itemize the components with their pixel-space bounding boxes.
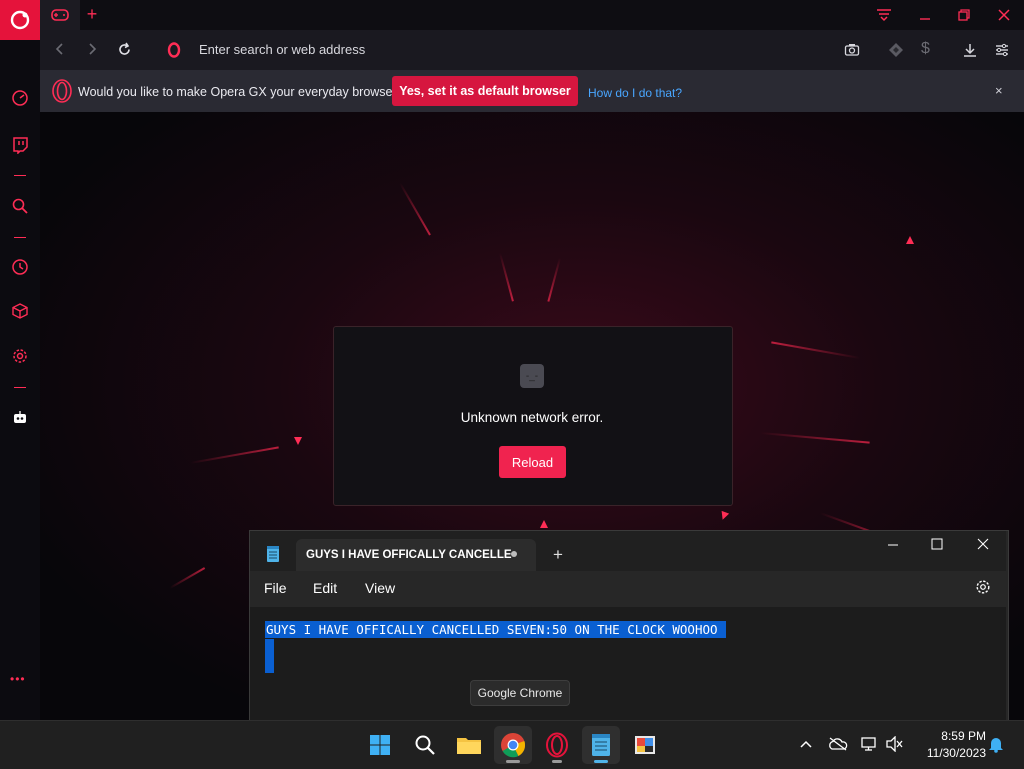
menu-file[interactable]: File (264, 580, 287, 596)
opera-gx-icon (546, 732, 568, 758)
menu-edit[interactable]: Edit (313, 580, 337, 596)
unsaved-dot-icon[interactable] (511, 551, 517, 557)
taskbar-search-button[interactable] (406, 726, 444, 764)
set-default-browser-button[interactable]: Yes, set it as default browser (392, 76, 578, 106)
how-do-i-do-that-link[interactable]: How do I do that? (588, 86, 682, 100)
new-tab-button[interactable]: + (82, 4, 102, 24)
volume-muted-icon[interactable] (885, 734, 905, 754)
sad-page-icon: -_- (520, 364, 544, 388)
vpn-icon[interactable] (888, 42, 904, 63)
clock-date[interactable]: 11/30/2023 (906, 746, 986, 760)
close-window-button[interactable] (993, 6, 1015, 24)
opera-search-icon (166, 42, 182, 63)
wallet-dollar-icon[interactable]: $ (921, 40, 930, 58)
download-icon[interactable] (962, 42, 978, 63)
address-input[interactable]: Enter search or web address (199, 42, 365, 57)
show-hidden-icons-chevron-up-icon[interactable] (796, 734, 816, 754)
opera-gx-taskbar-button[interactable] (538, 726, 576, 764)
clock-time[interactable]: 8:59 PM (926, 729, 986, 743)
opera-gx-menu-button[interactable] (0, 0, 40, 40)
paint-icon (635, 736, 655, 754)
error-message: Unknown network error. (460, 410, 604, 425)
notepad-taskbar-button[interactable] (582, 726, 620, 764)
gx-control-icon[interactable] (10, 88, 30, 108)
reload-button[interactable]: Reload (499, 446, 566, 478)
snapshot-camera-icon[interactable] (844, 42, 860, 63)
infobar-close-button[interactable]: × (995, 83, 1003, 98)
search-icon[interactable] (10, 196, 30, 216)
gx-corner-bot-icon[interactable] (10, 408, 30, 428)
address-bar-area (40, 30, 1024, 70)
chrome-icon (501, 733, 526, 758)
chrome-running-indicator (506, 760, 520, 763)
tab-gx-corner[interactable] (40, 0, 80, 30)
notepad-icon (592, 734, 610, 756)
easy-setup-menu-icon[interactable] (994, 42, 1010, 63)
notepad-app-icon (266, 546, 280, 568)
start-button[interactable] (361, 726, 399, 764)
network-icon[interactable] (860, 734, 880, 754)
notifications-bell-icon[interactable] (986, 734, 1006, 754)
forward-icon[interactable] (85, 42, 99, 61)
opera-gx-logo-icon (10, 10, 30, 30)
windows-logo-icon (370, 735, 390, 755)
sidebar-divider (14, 175, 26, 176)
settings-gear-icon[interactable] (10, 346, 30, 366)
folder-icon (457, 738, 481, 754)
sidebar-divider (14, 237, 26, 238)
reload-icon[interactable] (117, 42, 132, 62)
selection-empty-line (265, 639, 274, 673)
notepad-selected-text[interactable]: GUYS I HAVE OFFICALLY CANCELLED SEVEN:50… (265, 621, 726, 638)
search-icon (415, 735, 435, 755)
notepad-minimize-button[interactable] (886, 538, 900, 557)
menu-view[interactable]: View (365, 580, 395, 596)
opera-logo-icon (49, 78, 75, 109)
file-explorer-button[interactable] (450, 726, 488, 764)
infobar-message: Would you like to make Opera GX your eve… (78, 85, 404, 99)
twitch-icon[interactable] (10, 135, 30, 155)
notepad-settings-gear-icon[interactable] (975, 579, 991, 600)
chrome-taskbar-button[interactable] (494, 726, 532, 764)
notepad-close-button[interactable] (976, 537, 990, 556)
sidebar-more-button[interactable]: ••• (10, 672, 26, 686)
easy-setup-icon[interactable] (873, 6, 895, 24)
notepad-new-tab-button[interactable]: + (553, 545, 563, 565)
paint-taskbar-button[interactable] (626, 726, 664, 764)
sidebar-divider (14, 387, 26, 388)
browser-titlebar (0, 0, 1024, 30)
opera-running-indicator (552, 760, 562, 763)
restore-button[interactable] (953, 6, 975, 24)
back-icon[interactable] (53, 42, 67, 61)
onedrive-offline-icon[interactable] (828, 734, 848, 754)
notepad-maximize-button[interactable] (930, 537, 944, 556)
extensions-cube-icon[interactable] (10, 301, 30, 321)
minimize-button[interactable] (914, 6, 936, 24)
gamepad-icon (51, 9, 69, 21)
taskbar-tooltip: Google Chrome (470, 680, 570, 706)
history-clock-icon[interactable] (10, 257, 30, 277)
notepad-menubar (250, 571, 1006, 607)
notepad-active-indicator (594, 760, 608, 763)
notepad-tab-title: GUYS I HAVE OFFICALLY CANCELLE (306, 549, 512, 561)
